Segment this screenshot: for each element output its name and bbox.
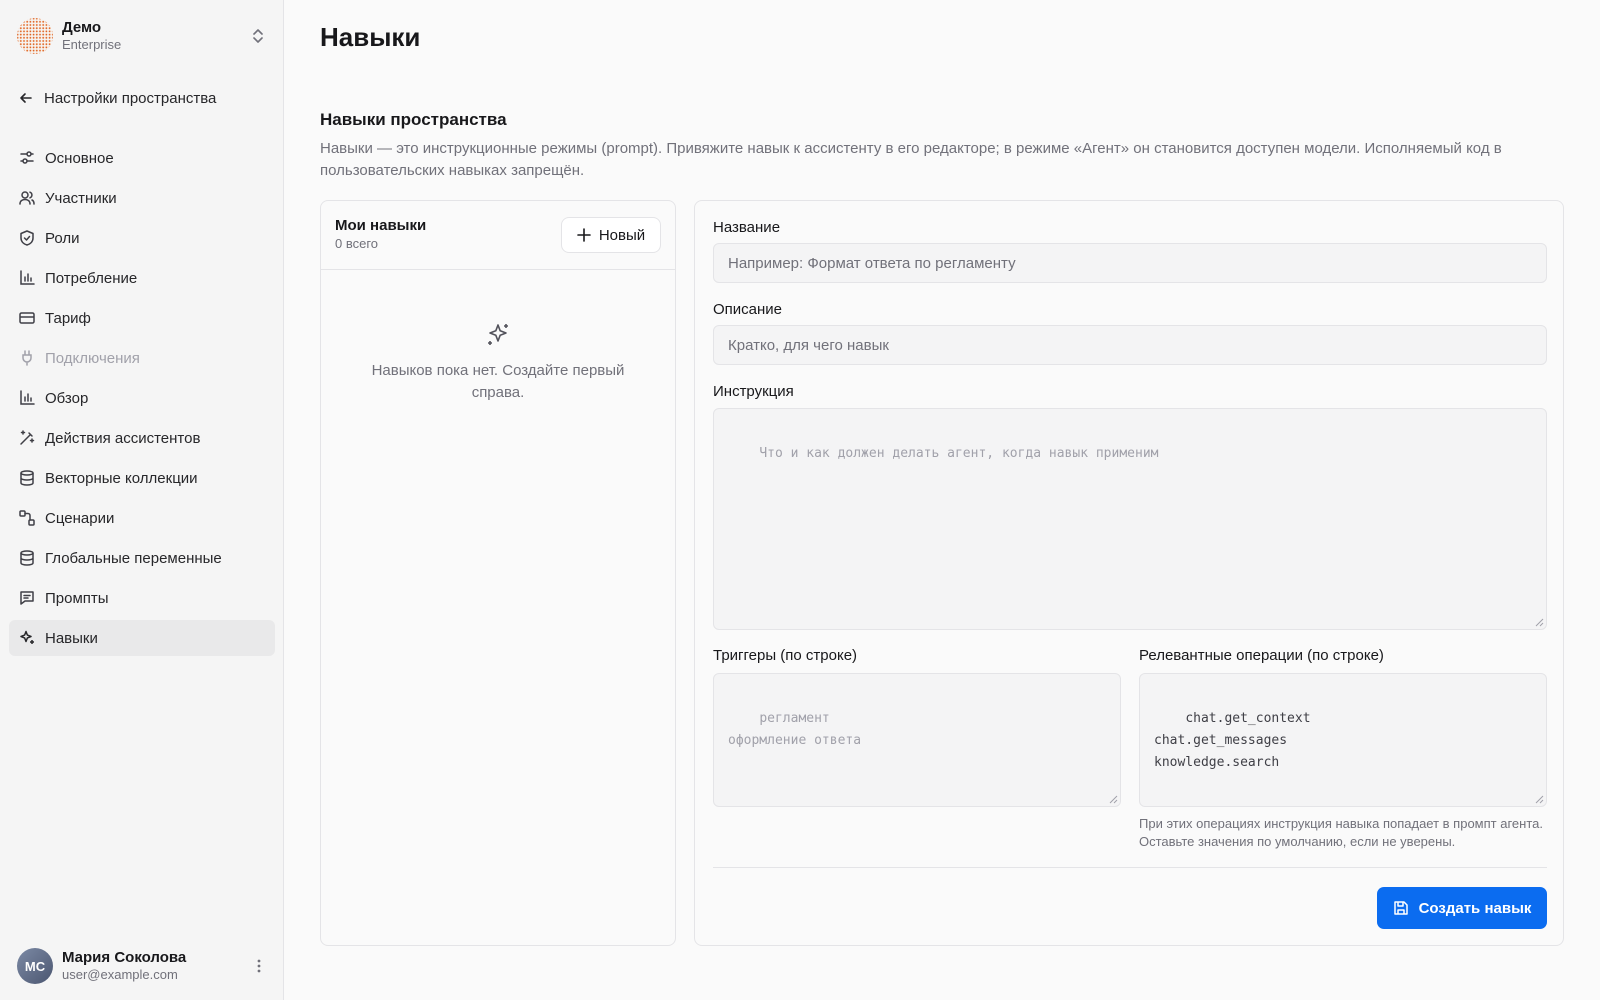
sidebar-item-assistant-actions[interactable]: Действия ассистентов <box>9 420 275 456</box>
bar-chart-icon <box>20 270 35 285</box>
sidebar-item-label: Действия ассистентов <box>45 429 201 447</box>
database-icon <box>20 470 34 486</box>
sidebar-item-connections: Подключения <box>9 340 275 376</box>
sidebar-item-label: Основное <box>45 149 114 167</box>
form-divider <box>713 867 1547 868</box>
sidebar-item-scenarios[interactable]: Сценарии <box>9 500 275 536</box>
sidebar-item-label: Промпты <box>45 589 109 607</box>
skills-list-panel: Мои навыки 0 всего Новый Навыков пока не… <box>320 200 676 946</box>
sidebar-item-plan[interactable]: Тариф <box>9 300 275 336</box>
name-label: Название <box>713 219 781 236</box>
sparkles-icon <box>488 324 508 345</box>
sidebar-item-general[interactable]: Основное <box>9 140 275 176</box>
plug-icon <box>22 350 32 366</box>
skills-list-header: Мои навыки 0 всего Новый <box>321 201 675 270</box>
bar-chart-icon <box>20 390 35 405</box>
sliders-icon <box>20 151 34 164</box>
resize-handle-icon[interactable] <box>1534 617 1544 627</box>
arrow-left-icon <box>20 93 32 103</box>
sidebar-item-label: Потребление <box>45 269 138 287</box>
back-link-label: Настройки пространства <box>44 89 217 107</box>
sidebar-item-global-variables[interactable]: Глобальные переменные <box>9 540 275 576</box>
empty-state-text: Навыков пока нет. Создайте первый справа… <box>371 362 625 401</box>
instruction-textarea[interactable]: Что и как должен делать агент, когда нав… <box>713 408 1547 630</box>
instruction-label: Инструкция <box>713 383 794 400</box>
sidebar-item-label: Сценарии <box>45 509 115 527</box>
magic-wand-icon <box>20 430 35 445</box>
sidebar-item-label: Участники <box>45 189 117 207</box>
user-email: user@example.com <box>62 967 178 982</box>
message-square-icon <box>20 591 34 605</box>
resize-handle-icon[interactable] <box>1534 794 1544 804</box>
chevrons-up-down-icon[interactable] <box>248 26 268 46</box>
sidebar-item-label: Роли <box>45 229 80 247</box>
description-label: Описание <box>713 301 783 318</box>
workspace-logo <box>17 18 53 54</box>
empty-state: Навыков пока нет. Создайте первый справа… <box>321 321 675 404</box>
settings-nav: Основное Участники Роли Потребление Тари… <box>9 140 275 660</box>
operations-label: Релевантные операции (по строке) <box>1139 647 1384 664</box>
sidebar-item-label: Тариф <box>45 309 91 327</box>
skill-form: Название Например: Формат ответа по регл… <box>694 200 1564 946</box>
triggers-placeholder: регламент оформление ответа <box>728 711 862 748</box>
new-skill-button[interactable]: Новый <box>561 217 661 253</box>
sidebar-item-label: Векторные коллекции <box>45 469 198 487</box>
sidebar-item-label: Навыки <box>45 629 98 647</box>
sparkles-icon <box>20 630 34 644</box>
save-icon <box>1393 901 1408 915</box>
create-skill-button[interactable]: Создать навык <box>1377 887 1547 929</box>
resize-handle-icon[interactable] <box>1108 794 1118 804</box>
back-to-settings-link[interactable]: Настройки пространства <box>18 86 216 110</box>
database-icon <box>20 550 34 566</box>
credit-card-icon <box>19 312 35 324</box>
instruction-placeholder: Что и как должен делать агент, когда нав… <box>759 446 1159 461</box>
new-skill-label: Новый <box>598 226 646 244</box>
shield-icon <box>20 230 34 246</box>
page-title: Навыки <box>320 22 421 52</box>
sidebar-item-members[interactable]: Участники <box>9 180 275 216</box>
workflow-icon <box>19 510 35 526</box>
triggers-label: Триггеры (по строке) <box>713 647 858 664</box>
sidebar-item-prompts[interactable]: Промпты <box>9 580 275 616</box>
sidebar-item-label: Подключения <box>45 349 140 367</box>
section-description: Навыки — это инструкционные режимы (prom… <box>320 140 1502 179</box>
workspace-name: Демо <box>62 19 102 36</box>
create-skill-label: Создать навык <box>1418 899 1532 917</box>
sidebar-item-overview[interactable]: Обзор <box>9 380 275 416</box>
sidebar-item-roles[interactable]: Роли <box>9 220 275 256</box>
user-profile[interactable]: МС Мария Соколова user@example.com <box>17 946 269 986</box>
description-input[interactable]: Кратко, для чего навык <box>713 325 1547 365</box>
operations-hint: При этих операциях инструкция навыка поп… <box>1139 816 1543 849</box>
workspace-switcher[interactable]: Демо Enterprise <box>16 16 268 56</box>
sidebar: Демо Enterprise Настройки пространства О… <box>0 0 284 1000</box>
sidebar-item-usage[interactable]: Потребление <box>9 260 275 296</box>
user-name: Мария Соколова <box>62 949 187 966</box>
plus-icon <box>577 228 591 242</box>
operations-value: chat.get_context chat.get_messages knowl… <box>1154 711 1311 770</box>
triggers-textarea[interactable]: регламент оформление ответа <box>713 673 1121 807</box>
users-icon <box>19 191 35 205</box>
name-input[interactable]: Например: Формат ответа по регламенту <box>713 243 1547 283</box>
sidebar-item-label: Глобальные переменные <box>45 549 222 567</box>
more-vertical-icon[interactable] <box>249 958 269 974</box>
sidebar-item-skills[interactable]: Навыки <box>9 620 275 656</box>
sidebar-item-vector-collections[interactable]: Векторные коллекции <box>9 460 275 496</box>
workspace-plan: Enterprise <box>62 37 122 52</box>
sidebar-item-label: Обзор <box>45 389 89 407</box>
operations-textarea[interactable]: chat.get_context chat.get_messages knowl… <box>1139 673 1547 807</box>
section-title: Навыки пространства <box>320 110 507 129</box>
avatar: МС <box>17 948 53 984</box>
